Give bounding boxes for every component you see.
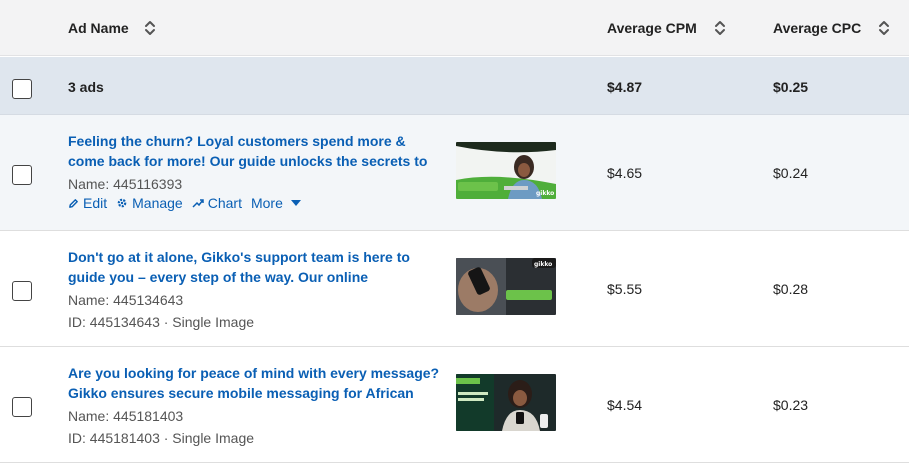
row-cpc: $0.24: [773, 165, 809, 181]
ads-count: 3 ads: [68, 79, 104, 95]
sort-icon[interactable]: [143, 19, 157, 37]
pencil-icon: [69, 198, 78, 208]
table-row[interactable]: Are you looking for peace of mind with e…: [0, 347, 909, 463]
ad-thumbnail[interactable]: gikko: [456, 258, 556, 315]
row-actions: Edit Manage Chart More: [68, 195, 314, 211]
table-header: Ad Name Average CPM Average CPC: [0, 0, 909, 56]
column-header-ad-name-label: Ad Name: [68, 20, 129, 36]
ad-thumbnail[interactable]: [456, 374, 556, 431]
summary-row: 3 ads $4.87 $0.25: [0, 57, 909, 115]
ad-name: Name: 445134643: [68, 292, 184, 308]
ad-id: ID: 445181403 · Single Image: [68, 430, 255, 446]
column-header-average-cpm-label: Average CPM: [607, 20, 697, 36]
ad-id: ID: 445134643 · Single Image: [68, 314, 255, 330]
ad-title-link[interactable]: Feeling the churn? Loyal customers spend…: [68, 131, 440, 171]
more-action[interactable]: More: [251, 195, 305, 211]
ad-name: Name: 445116393: [68, 176, 183, 192]
trend-chart-icon: [192, 199, 204, 208]
sort-icon[interactable]: [713, 19, 727, 37]
row-cpm: $4.54: [607, 397, 643, 413]
manage-action[interactable]: Manage: [116, 195, 183, 211]
gear-icon: [117, 198, 127, 208]
row-cpm: $5.55: [607, 281, 643, 297]
row-checkbox[interactable]: [12, 165, 32, 185]
chart-action[interactable]: Chart: [192, 195, 242, 211]
more-label: More: [250, 195, 283, 211]
ad-title-link[interactable]: Are you looking for peace of mind with e…: [68, 363, 440, 403]
row-checkbox[interactable]: [12, 397, 32, 417]
column-header-average-cpc[interactable]: Average CPC: [773, 0, 891, 56]
edit-action[interactable]: Edit: [68, 195, 107, 211]
caret-down-icon: [290, 200, 301, 206]
column-header-average-cpc-label: Average CPC: [773, 20, 862, 36]
row-cpc: $0.23: [773, 397, 809, 413]
table-row[interactable]: Feeling the churn? Loyal customers spend…: [0, 115, 909, 231]
ad-title-link[interactable]: Don't go at it alone, Gikko's support te…: [68, 247, 440, 287]
row-checkbox[interactable]: [12, 281, 32, 301]
ad-thumbnail[interactable]: gikko: [456, 142, 556, 199]
column-header-ad-name[interactable]: Ad Name: [68, 0, 157, 56]
summary-cpc: $0.25: [773, 79, 809, 95]
table-row[interactable]: Don't go at it alone, Gikko's support te…: [0, 231, 909, 347]
svg-text:gikko: gikko: [536, 190, 554, 197]
row-cpm: $4.65: [607, 165, 643, 181]
svg-text:gikko: gikko: [534, 261, 552, 268]
ad-name: Name: 445181403: [68, 408, 184, 424]
row-cpc: $0.28: [773, 281, 809, 297]
chart-label: Chart: [207, 195, 242, 211]
column-header-average-cpm[interactable]: Average CPM: [607, 0, 727, 56]
sort-icon[interactable]: [877, 19, 891, 37]
summary-cpm: $4.87: [607, 79, 643, 95]
edit-label: Edit: [83, 195, 108, 211]
manage-label: Manage: [132, 195, 183, 211]
select-all-checkbox[interactable]: [12, 79, 32, 99]
